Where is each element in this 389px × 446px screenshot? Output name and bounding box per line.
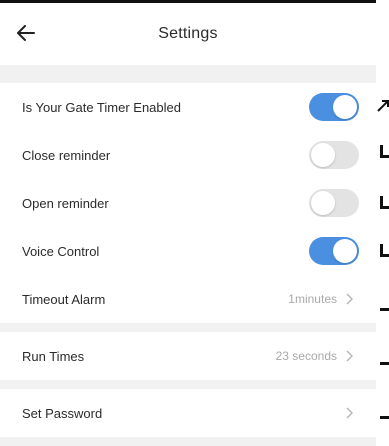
close-reminder-toggle[interactable]	[309, 141, 359, 169]
section-divider	[0, 323, 376, 332]
run-times-value: 23 seconds	[275, 349, 337, 363]
annotation-arrow-icon	[377, 100, 389, 112]
annotation-mark	[380, 362, 389, 365]
setting-row-gate-timer: Is Your Gate Timer Enabled	[0, 83, 376, 131]
timeout-alarm-value: 1minutes	[288, 292, 337, 306]
setting-row-voice-control: Voice Control	[0, 227, 376, 275]
set-password-label: Set Password	[22, 405, 103, 421]
gate-timer-label: Is Your Gate Timer Enabled	[22, 99, 181, 115]
toggle-knob	[311, 191, 335, 215]
annotation-mark	[380, 244, 383, 254]
section-divider	[0, 65, 376, 83]
annotation-mark	[380, 308, 389, 311]
toggle-knob	[311, 143, 335, 167]
open-reminder-toggle[interactable]	[309, 189, 359, 217]
annotation-strip	[376, 0, 389, 446]
annotation-mark	[380, 416, 389, 419]
set-password-chevron-group	[344, 407, 354, 419]
annotation-mark	[380, 254, 389, 257]
voice-control-label: Voice Control	[22, 243, 100, 259]
open-reminder-label: Open reminder	[22, 195, 109, 211]
close-reminder-label: Close reminder	[22, 147, 111, 163]
gate-timer-toggle[interactable]	[309, 93, 359, 121]
annotation-mark	[380, 206, 389, 209]
chevron-right-icon	[346, 350, 353, 362]
setting-row-close-reminder: Close reminder	[0, 131, 376, 179]
chevron-right-icon	[346, 293, 353, 305]
annotation-mark	[380, 155, 389, 158]
setting-row-open-reminder: Open reminder	[0, 179, 376, 227]
page-title: Settings	[158, 25, 218, 42]
timeout-alarm-label: Timeout Alarm	[22, 291, 106, 307]
toggle-knob	[333, 239, 357, 263]
run-times-label: Run Times	[22, 348, 85, 364]
section-divider	[0, 380, 376, 389]
voice-control-toggle[interactable]	[309, 237, 359, 265]
app-header: Settings	[0, 3, 376, 65]
setting-row-timeout-alarm[interactable]: Timeout Alarm 1minutes	[0, 275, 376, 323]
annotation-mark	[380, 145, 383, 155]
setting-row-set-password[interactable]: Set Password	[0, 389, 376, 437]
timeout-alarm-value-group: 1minutes	[288, 292, 354, 306]
annotation-mark	[380, 196, 383, 206]
setting-row-run-times[interactable]: Run Times 23 seconds	[0, 332, 376, 380]
toggle-knob	[333, 95, 357, 119]
chevron-right-icon	[346, 407, 353, 419]
run-times-value-group: 23 seconds	[276, 349, 354, 363]
section-divider	[0, 437, 376, 446]
